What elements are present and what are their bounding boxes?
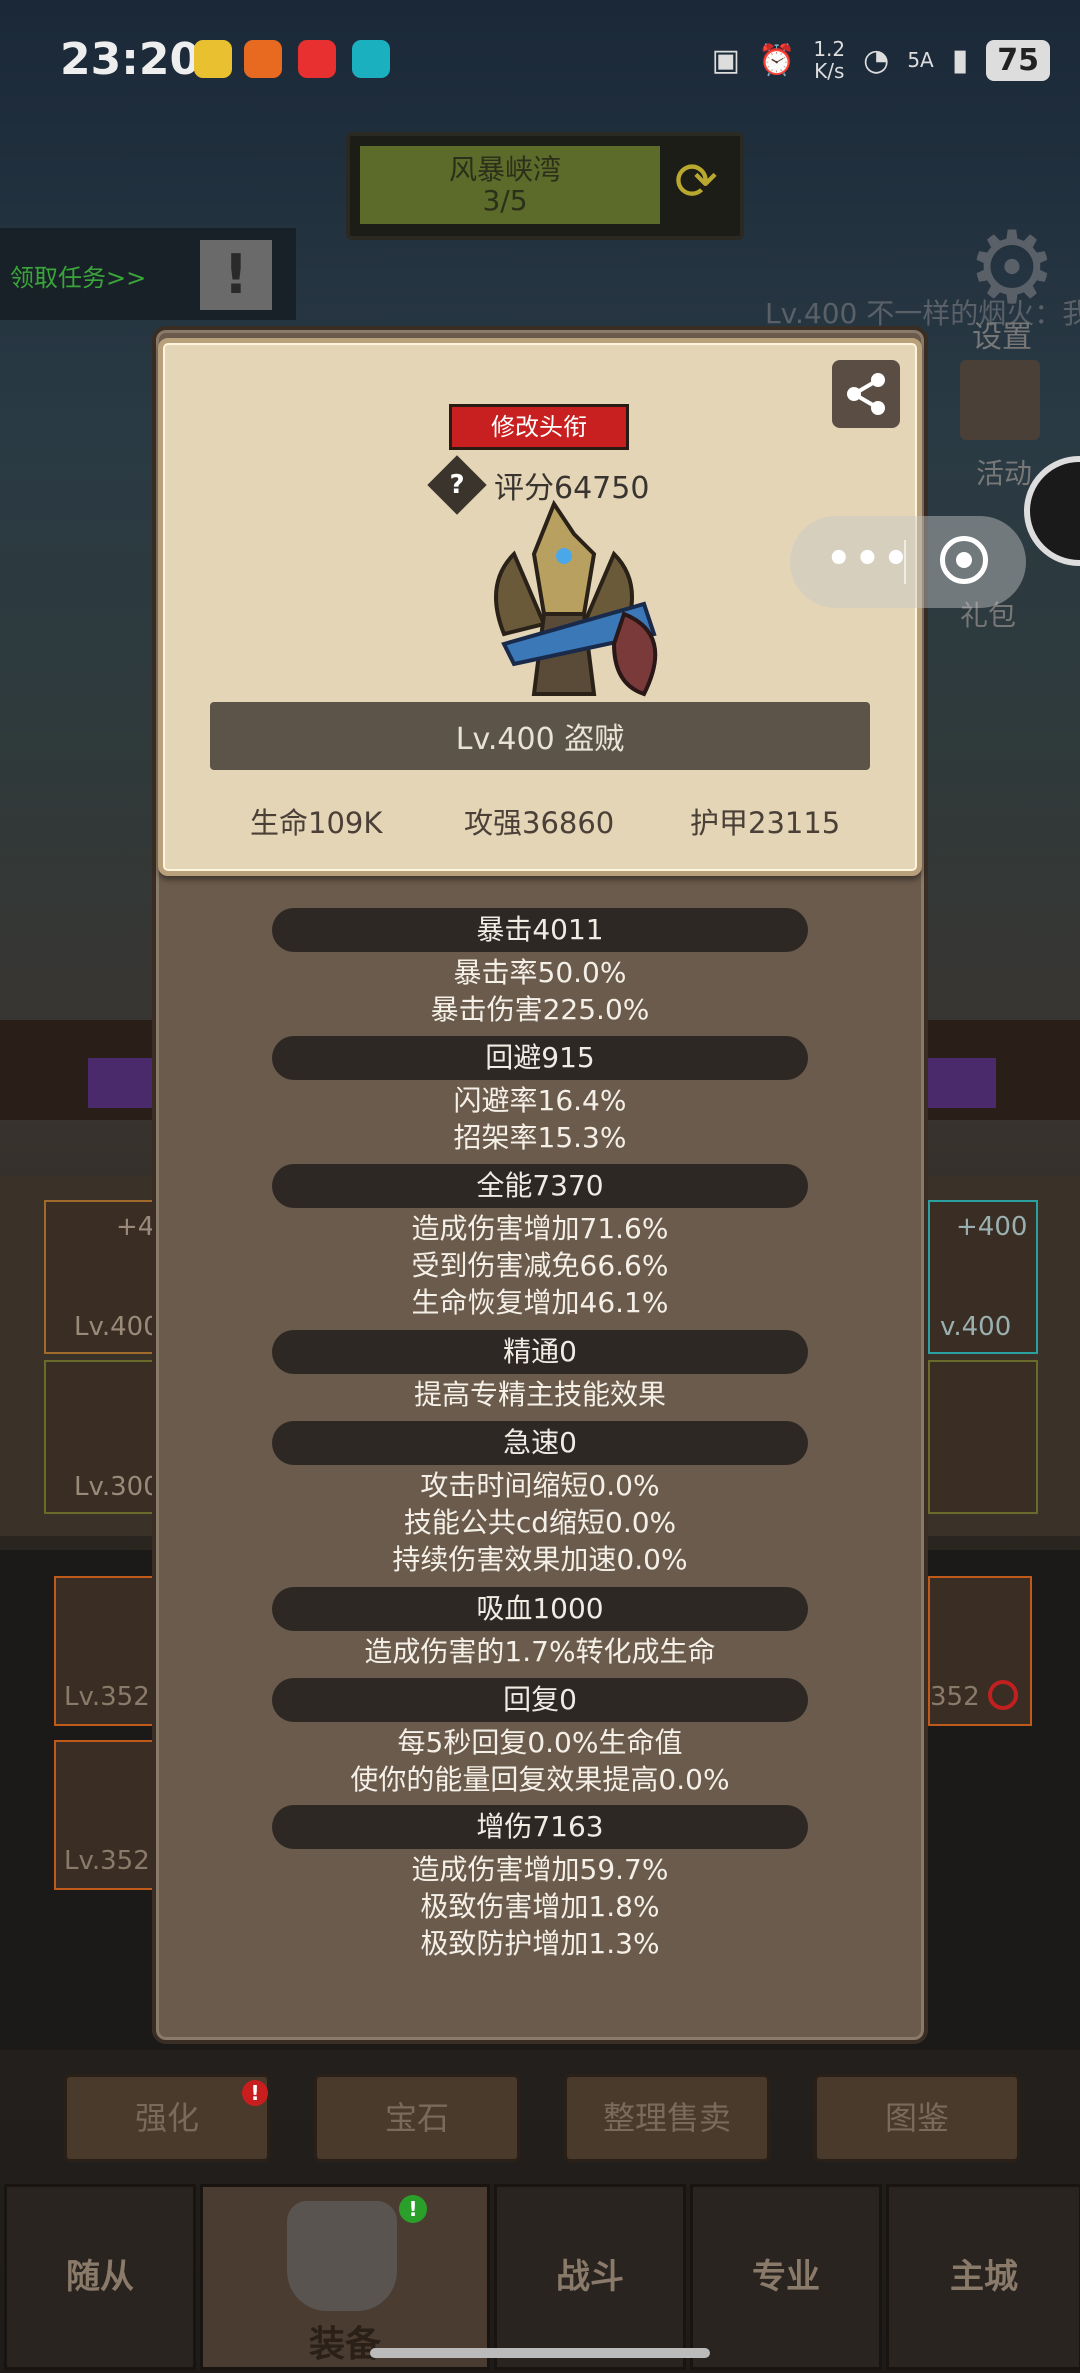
stat-line: 暴击伤害225.0% <box>430 993 650 1026</box>
hero-portrait <box>494 499 658 697</box>
stat-line: 攻击时间缩短0.0% <box>420 1469 660 1502</box>
nav-profession[interactable]: 专业 <box>690 2184 882 2370</box>
stat-line: 暴击率50.0% <box>453 956 627 989</box>
equip-slot-ring[interactable]: Lv.300 <box>44 1360 160 1514</box>
equip-level-label: v.400 <box>940 1312 1012 1342</box>
bag-item-level: 352 <box>930 1682 980 1712</box>
bg-purple-bar-left <box>88 1058 152 1108</box>
share-icon <box>847 373 885 415</box>
bag-item[interactable]: 352 <box>928 1576 1032 1726</box>
stat-line: 受到伤害减免66.6% <box>411 1249 669 1282</box>
equip-level-label: Lv.400 <box>74 1312 160 1342</box>
stat-armor: 护甲23115 <box>690 806 841 840</box>
stat-line: 造成伤害增加59.7% <box>411 1853 669 1886</box>
capsule-divider <box>904 540 906 584</box>
hero-level-class: Lv.400 盗贼 <box>455 722 625 757</box>
stat-dodge-header: 回避915 <box>272 1036 808 1080</box>
stat-crit-header: 暴击4011 <box>272 908 808 952</box>
stat-line: 造成伤害增加71.6% <box>411 1212 669 1245</box>
alert-badge-icon: ! <box>399 2195 427 2223</box>
exclamation-icon: ! <box>200 240 272 310</box>
enhance-button[interactable]: 强化 <box>64 2074 270 2162</box>
quest-label: 领取任务>> <box>10 264 147 292</box>
app-notification-icon <box>352 40 390 78</box>
signal-label: 5A <box>907 48 934 72</box>
miniprogram-capsule: ••• <box>790 516 1026 608</box>
stat-regen-header: 回复0 <box>272 1678 808 1722</box>
gear-icon[interactable]: ⚙ <box>962 218 1062 318</box>
map-progress-text: 3/5 <box>482 184 528 217</box>
bag-item-level: Lv.352 <box>64 1846 150 1876</box>
stat-line: 造成伤害的1.7%转化成生命 <box>364 1635 716 1668</box>
activity-label[interactable]: 活动 <box>976 452 1032 492</box>
equip-plus-label: +4 <box>116 1212 155 1242</box>
share-button[interactable] <box>832 360 900 428</box>
equip-level-label: Lv.300 <box>74 1472 160 1502</box>
stat-mastery-header: 精通0 <box>272 1330 808 1374</box>
map-name: 风暴峡湾 <box>448 153 561 186</box>
status-icons: ▣ ⏰ 1.2 K/s ◔ 5A ▮ 75 <box>712 38 1050 82</box>
refresh-icon[interactable]: ⟳ <box>666 152 726 212</box>
bg-purple-bar-right <box>928 1058 996 1108</box>
atlas-button[interactable]: 图鉴 <box>814 2074 1020 2162</box>
bag-item[interactable]: Lv.352 <box>54 1740 158 1890</box>
status-bar: 23:20 ▣ ⏰ 1.2 K/s ◔ 5A ▮ 75 <box>0 0 1080 120</box>
more-icon[interactable]: ••• <box>826 536 912 582</box>
bag-item[interactable]: Lv.352 <box>54 1576 158 1726</box>
app-notification-icon <box>244 40 282 78</box>
stat-line: 使你的能量回复效果提高0.0% <box>350 1763 730 1796</box>
close-target-icon[interactable] <box>940 536 988 584</box>
locked-icon <box>988 1680 1018 1710</box>
stat-lifesteal-header: 吸血1000 <box>272 1587 808 1631</box>
alarm-icon: ⏰ <box>757 42 796 78</box>
armor-icon <box>287 2201 397 2311</box>
network-speed: 1.2 K/s <box>813 37 846 83</box>
gem-button[interactable]: 宝石 <box>314 2074 520 2162</box>
app-notification-icon <box>298 40 336 78</box>
nav-follower[interactable]: 随从 <box>4 2184 196 2370</box>
stat-line: 持续伤害效果加速0.0% <box>392 1543 688 1576</box>
alert-badge-icon: ! <box>242 2080 268 2106</box>
stat-haste-header: 急速0 <box>272 1421 808 1465</box>
nav-equip-label: 装备 <box>308 2324 381 2365</box>
settings-label[interactable]: 设置 <box>972 312 1032 356</box>
equip-plus-label: +400 <box>956 1212 1028 1242</box>
home-indicator[interactable] <box>370 2348 710 2358</box>
equip-slot-helmet[interactable]: +4 Lv.400 <box>44 1200 160 1354</box>
app-notification-icon <box>194 40 232 78</box>
equip-slot-weapon[interactable]: +400 v.400 <box>928 1200 1038 1354</box>
stat-versatility-header: 全能7370 <box>272 1164 808 1208</box>
bag-item-level: Lv.352 <box>64 1682 150 1712</box>
stat-line: 提高专精主技能效果 <box>413 1378 666 1411</box>
nfc-icon: ▣ <box>711 42 740 78</box>
equip-slot-book[interactable] <box>928 1360 1038 1514</box>
stat-line: 极致防护增加1.3% <box>420 1927 660 1960</box>
modify-title-button[interactable]: 修改头衔 <box>449 404 629 450</box>
stat-line: 招架率15.3% <box>453 1121 627 1154</box>
wifi-icon: ◔ <box>863 42 890 78</box>
stat-life: 生命109K <box>250 806 383 840</box>
sort-sell-button[interactable]: 整理售卖 <box>564 2074 770 2162</box>
signal-bars-icon: ▮ <box>951 42 969 78</box>
stat-line: 技能公共cd缩短0.0% <box>403 1506 677 1539</box>
stat-line: 闪避率16.4% <box>453 1084 627 1117</box>
nav-main-city[interactable]: 主城 <box>886 2184 1080 2370</box>
quest-banner[interactable]: 领取任务>> ! <box>0 228 296 320</box>
battery-indicator: 75 <box>986 39 1050 81</box>
map-progress-bar[interactable]: 风暴峡湾 3/5 ⟳ <box>346 132 744 240</box>
stat-attack: 攻强36860 <box>464 806 615 840</box>
hero-name-bar: Lv.400 盗贼 <box>210 702 870 770</box>
stat-line: 生命恢复增加46.1% <box>411 1286 669 1319</box>
activity-icon[interactable] <box>960 360 1040 440</box>
clock: 23:20 <box>60 34 201 85</box>
stat-line: 极致伤害增加1.8% <box>420 1890 660 1923</box>
nav-equip[interactable]: 装备 ! <box>200 2184 490 2370</box>
stat-line: 每5秒回复0.0%生命值 <box>397 1726 683 1759</box>
nav-battle[interactable]: 战斗 <box>494 2184 686 2370</box>
stat-damage-bonus-header: 增伤7163 <box>272 1805 808 1849</box>
